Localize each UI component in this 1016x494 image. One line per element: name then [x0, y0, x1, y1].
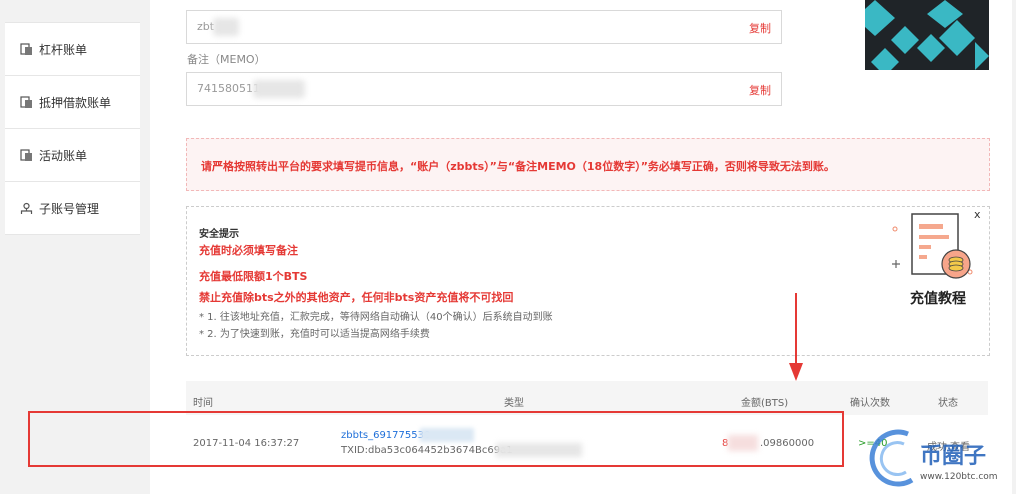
tutorial-illustration-icon: [892, 213, 973, 279]
row-txid: TXID:dba53c064452b3674Bc69a1: [341, 445, 513, 456]
qr-code: [865, 0, 989, 70]
watermark: 币圈子 www.120btc.com: [862, 424, 1012, 490]
memo-warning-banner: 请严格按照转出平台的要求填写提币信息，“账户（zbbts）”与“备注MEMO（1…: [186, 138, 990, 191]
deposit-tutorial-card[interactable]: x 充值教程: [886, 208, 986, 308]
security-tips-box: 安全提示 充值时必须填写备注 充值最低限额1个BTS 禁止充值除bts之外的其他…: [186, 206, 990, 356]
tip-red-line: 充值最低限额1个BTS: [199, 270, 308, 283]
main-panel: zbt 复制 备注（MEMO） 741580511 复制 请严格按照转出平台的要…: [150, 0, 1012, 494]
row-type-link[interactable]: zbbts_691775530: [341, 430, 430, 441]
copy-memo-button[interactable]: 复制: [749, 82, 771, 98]
redacted-blur: [420, 428, 474, 442]
memo-label: 备注（MEMO）: [187, 53, 266, 66]
account-field: zbt 复制: [186, 10, 782, 44]
sidebar-item-label: 抵押借款账单: [39, 95, 112, 110]
row-amount: .09860000: [760, 438, 815, 449]
header-status: 状态: [938, 398, 958, 409]
watermark-text: 币圈子: [920, 444, 987, 469]
memo-field: 741580511 复制: [186, 72, 782, 106]
sidebar-item-label: 子账号管理: [39, 201, 100, 216]
sidebar-item-activity-bill[interactable]: 活动账单: [5, 129, 140, 182]
header-type: 类型: [504, 398, 524, 409]
redacted-blur: [253, 80, 305, 98]
watermark-url: www.120btc.com: [920, 472, 998, 482]
redacted-blur: [496, 443, 582, 457]
header-time: 时间: [193, 398, 213, 409]
warning-text: 请严格按照转出平台的要求填写提币信息，“账户（zbbts）”与“备注MEMO（1…: [201, 160, 835, 173]
pointer-arrow-icon: [789, 293, 803, 381]
sidebar-item-loan-bill[interactable]: 抵押借款账单: [5, 76, 140, 129]
redacted-blur: [728, 435, 758, 451]
tip-red-line: 充值时必须填写备注: [199, 244, 298, 257]
header-confirm: 确认次数: [850, 398, 890, 409]
bill-icon: [19, 95, 33, 109]
bill-icon: [19, 42, 33, 56]
sidebar-item-label: 杠杆账单: [39, 42, 88, 57]
copy-account-button[interactable]: 复制: [749, 20, 771, 36]
account-value: zbt: [197, 20, 215, 33]
sidebar-item-subaccount[interactable]: 子账号管理: [5, 182, 140, 235]
close-icon[interactable]: x: [974, 208, 981, 221]
tip-red-line: 禁止充值除bts之外的其他资产，任何非bts资产充值将不可找回: [199, 291, 514, 304]
tip-note: * 1. 往该地址充值，汇款完成，等待网络自动确认（40个确认）后系统自动到账: [199, 312, 553, 323]
redacted-blur: [213, 18, 239, 36]
memo-value: 741580511: [197, 82, 260, 95]
tips-title: 安全提示: [199, 229, 239, 240]
header-amount: 金额(BTS): [741, 398, 789, 409]
sidebar-item-leverage-bill[interactable]: 杠杆账单: [5, 22, 140, 76]
tip-note: * 2. 为了快速到账，充值时可以适当提高网络手续费: [199, 329, 430, 340]
sidebar-menu: 杠杆账单 抵押借款账单 活动账单 子账号管理: [5, 22, 140, 235]
row-time: 2017-11-04 16:37:27: [193, 438, 300, 449]
user-group-icon: [19, 201, 33, 215]
sidebar: 杠杆账单 抵押借款账单 活动账单 子账号管理: [0, 0, 140, 494]
sidebar-item-label: 活动账单: [39, 148, 88, 163]
tutorial-label: 充值教程: [910, 291, 966, 307]
table-header: 时间 类型 金额(BTS) 确认次数 状态: [186, 381, 988, 415]
bill-icon: [19, 148, 33, 162]
